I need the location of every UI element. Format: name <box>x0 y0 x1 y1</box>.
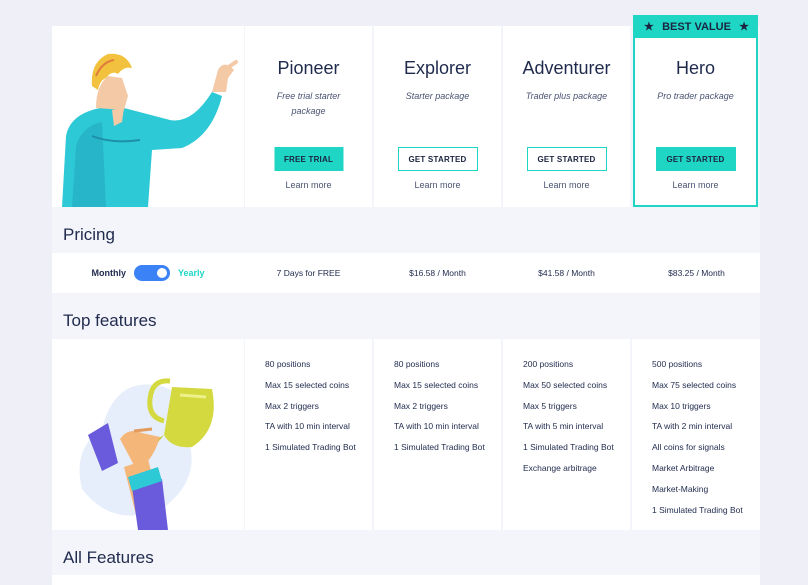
list-item: TA with 5 min interval <box>523 421 604 432</box>
plan-explorer: Explorer Starter package GET STARTED Lea… <box>374 26 501 207</box>
pricing-row: Monthly Yearly 7 Days for FREE $16.58 / … <box>52 253 760 293</box>
billing-switch[interactable] <box>133 265 170 281</box>
list-item: All coins for signals <box>652 442 725 453</box>
list-item: Max 15 selected coins <box>394 379 479 390</box>
plan-subtitle: Free trial starter package <box>276 91 341 116</box>
list-item: Market-Making <box>652 483 709 494</box>
star-icon: ★ <box>739 21 749 33</box>
plan-subtitle: Starter package <box>405 91 470 101</box>
list-item: 1 Simulated Trading Bot <box>394 442 485 453</box>
pointing-man-illustration <box>52 26 244 207</box>
list-item: TA with 10 min interval <box>265 421 350 432</box>
features-explorer: 80 positions Max 15 selected coins Max 2… <box>374 339 501 530</box>
monthly-label[interactable]: Monthly <box>91 268 126 278</box>
plan-subtitle: Trader plus package <box>525 91 608 101</box>
badge-label: BEST VALUE <box>662 20 731 33</box>
list-item: Max 2 triggers <box>394 400 448 411</box>
list-item: 80 positions <box>394 359 440 369</box>
plan-hero: Hero Pro trader package GET STARTED Lear… <box>633 26 758 207</box>
get-started-button[interactable]: GET STARTED <box>397 147 478 171</box>
switch-knob <box>156 268 167 278</box>
plan-name: Adventurer <box>522 58 611 78</box>
get-started-button[interactable]: GET STARTED <box>526 147 607 171</box>
list-item: Market Arbitrage <box>652 462 715 473</box>
features-pioneer: 80 positions Max 15 selected coins Max 2… <box>245 339 372 530</box>
list-item: TA with 2 min interval <box>652 421 733 432</box>
list-item: 200 positions <box>523 359 574 369</box>
list-item: Max 5 triggers <box>523 400 577 411</box>
learn-more-link[interactable]: Learn more <box>374 180 501 190</box>
all-features-heading: All Features <box>63 548 154 567</box>
price-explorer: $16.58 / Month <box>409 268 466 278</box>
price-pioneer: 7 Days for FREE <box>276 268 341 278</box>
learn-more-link[interactable]: Learn more <box>245 180 372 190</box>
plan-pioneer: Pioneer Free trial starter package FREE … <box>245 26 372 207</box>
plan-name: Hero <box>675 58 715 78</box>
pricing-heading: Pricing <box>63 225 115 244</box>
list-item: Exchange arbitrage <box>523 462 597 473</box>
trophy-hand-illustration <box>52 339 244 530</box>
best-value-badge: ★ BEST VALUE ★ <box>633 15 758 38</box>
list-item: 500 positions <box>652 359 703 369</box>
feature-list: 80 positions Max 15 selected coins Max 2… <box>245 339 372 463</box>
list-item: 1 Simulated Trading Bot <box>265 442 356 453</box>
list-item: Max 2 triggers <box>265 400 319 411</box>
all-features-row <box>52 575 760 585</box>
plan-adventurer: Adventurer Trader plus package GET START… <box>503 26 630 207</box>
plan-subtitle: Pro trader package <box>657 91 734 101</box>
price-hero: $83.25 / Month <box>668 268 725 278</box>
list-item: 80 positions <box>265 359 311 369</box>
list-item: TA with 10 min interval <box>394 421 479 432</box>
list-item: Max 15 selected coins <box>265 379 350 390</box>
list-item: 1 Simulated Trading Bot <box>523 442 614 453</box>
free-trial-button[interactable]: FREE TRIAL <box>274 147 343 171</box>
learn-more-link[interactable]: Learn more <box>633 180 758 190</box>
star-icon: ★ <box>644 21 654 33</box>
billing-toggle: Monthly Yearly <box>52 253 244 293</box>
plan-name: Explorer <box>403 58 472 78</box>
price-adventurer: $41.58 / Month <box>538 268 595 278</box>
features-adventurer: 200 positions Max 50 selected coins Max … <box>503 339 630 530</box>
feature-list: 80 positions Max 15 selected coins Max 2… <box>374 339 501 463</box>
list-item: 1 Simulated Trading Bot <box>652 504 743 515</box>
features-hero: 500 positions Max 75 selected coins Max … <box>632 339 760 530</box>
learn-more-link[interactable]: Learn more <box>503 180 630 190</box>
list-item: Max 10 triggers <box>652 400 711 411</box>
yearly-label[interactable]: Yearly <box>178 268 205 278</box>
list-item: Max 75 selected coins <box>652 379 737 390</box>
plan-name: Pioneer <box>277 58 340 78</box>
get-started-button[interactable]: GET STARTED <box>655 147 736 171</box>
feature-list: 500 positions Max 75 selected coins Max … <box>632 339 760 525</box>
top-features-heading: Top features <box>63 311 157 330</box>
list-item: Max 50 selected coins <box>523 379 608 390</box>
feature-list: 200 positions Max 50 selected coins Max … <box>503 339 630 484</box>
